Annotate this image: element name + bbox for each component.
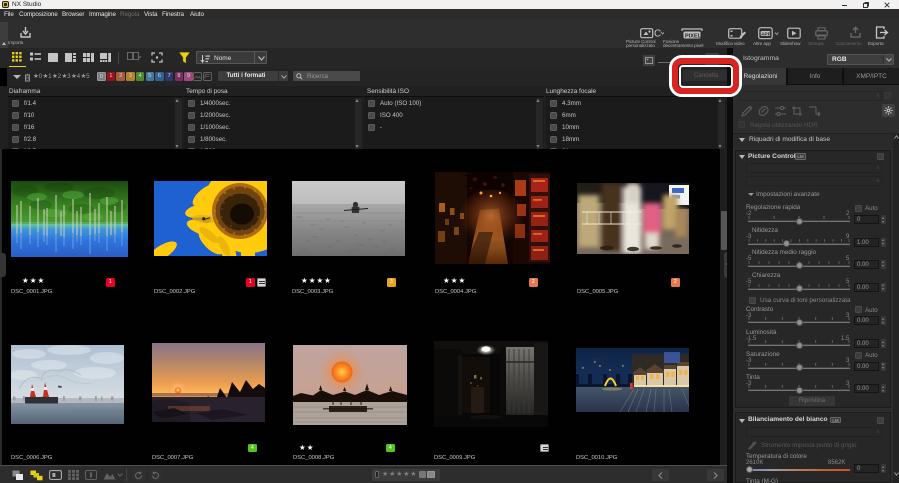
svg-text:C: C: [654, 29, 661, 40]
svg-text:APP: APP: [761, 31, 770, 36]
svg-text:PIXEL: PIXEL: [685, 33, 702, 39]
